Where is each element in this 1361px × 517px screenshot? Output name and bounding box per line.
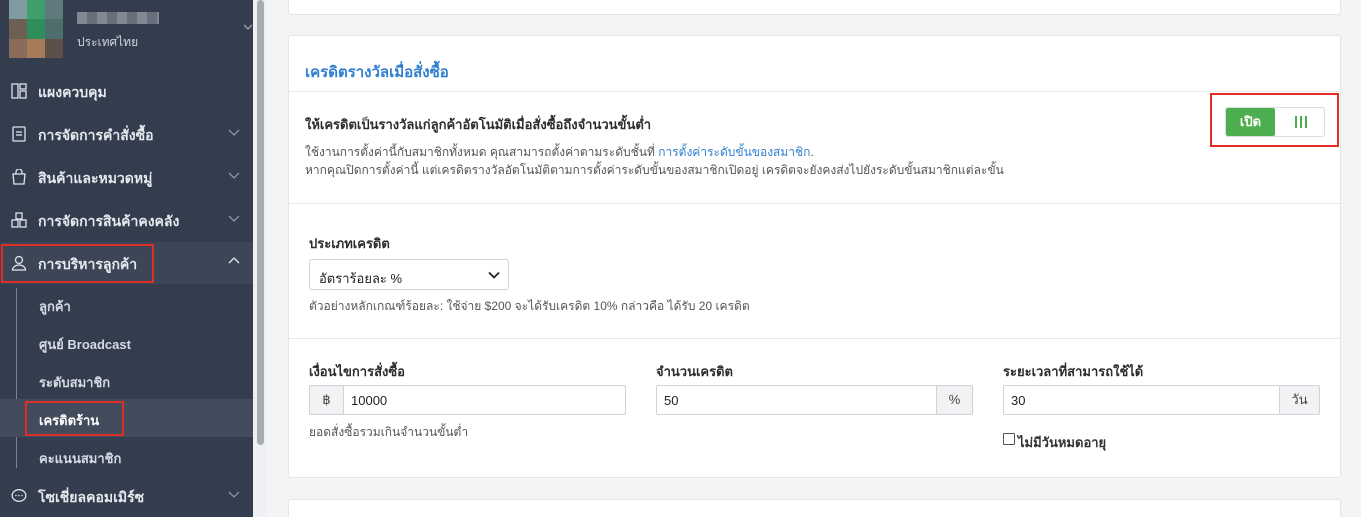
submenu-item-customers[interactable]: ลูกค้า: [0, 285, 253, 323]
credit-amount-value: 50: [664, 393, 679, 408]
credit-amount-input[interactable]: 50 %: [656, 385, 973, 415]
highlight-box-store-credit: [25, 401, 124, 436]
auto-credit-title: ให้เครดิตเป็นรางวัลแก่ลูกค้าอัตโนมัติเมื…: [305, 117, 652, 132]
validity-label: ระยะเวลาที่สามารถใช้ได้: [1003, 364, 1144, 379]
previous-card: [288, 0, 1341, 15]
sidebar-item-label: สินค้าและหมวดหมู่: [38, 170, 153, 186]
store-avatar: [9, 0, 63, 58]
submenu-item-member-tiers[interactable]: ระดับสมาชิก: [0, 361, 253, 399]
order-condition-hint: ยอดสั่งซื้อรวมเกินจำนวนขั้นต่ำ: [309, 425, 469, 439]
chevron-down-icon: [228, 491, 240, 498]
credit-type-select[interactable]: อัตราร้อยละ %: [309, 259, 509, 290]
card-header-divider: [289, 91, 1340, 92]
chevron-down-icon: [228, 172, 240, 179]
order-condition-value: 10000: [351, 393, 388, 408]
sidebar-item-label: โซเชี่ยลคอมเมิร์ซ: [38, 489, 145, 505]
highlight-box-customers: [1, 244, 154, 283]
submenu-item-label: ลูกค้า: [39, 299, 71, 314]
chat-bubble-icon: [11, 489, 27, 502]
chevron-up-icon: [228, 257, 240, 264]
sidebar-item-label: การจัดการสินค้าคงคลัง: [38, 213, 180, 229]
credit-type-selected-value: อัตราร้อยละ %: [319, 271, 403, 286]
highlight-box-toggle: [1210, 93, 1339, 147]
validity-input[interactable]: 30 วัน: [1003, 385, 1320, 415]
dashboard-icon: [11, 83, 27, 99]
store-switcher[interactable]: ประเทศไทย: [0, 0, 253, 66]
card-title: เครดิตรางวัลเมื่อสั่งซื้อ: [305, 64, 449, 81]
member-tier-settings-link[interactable]: การตั้งค่าระดับขั้นของสมาชิก: [658, 145, 810, 159]
auto-credit-description-end: .: [810, 145, 814, 159]
submenu-item-member-points[interactable]: คะแนนสมาชิก: [0, 437, 253, 475]
chevron-down-icon: [228, 215, 240, 222]
submenu-item-broadcast[interactable]: ศูนย์ Broadcast: [0, 323, 253, 361]
section-divider: [289, 338, 1340, 339]
order-condition-label: เงื่อนไขการสั่งซื้อ: [309, 364, 405, 379]
shopping-bag-icon: [12, 169, 26, 185]
boxes-icon: [11, 212, 27, 228]
baht-prefix: ฿: [310, 386, 344, 414]
submenu-item-label: ศูนย์ Broadcast: [39, 337, 131, 352]
clipboard-icon: [12, 126, 26, 142]
sidebar-item-dashboard[interactable]: แผงควบคุม: [0, 70, 253, 112]
chevron-down-icon: [488, 271, 500, 279]
credit-amount-label: จำนวนเครดิต: [656, 364, 733, 379]
sidebar-item-inventory[interactable]: การจัดการสินค้าคงคลัง: [0, 199, 253, 241]
submenu-item-label: คะแนนสมาชิก: [39, 451, 122, 466]
auto-credit-description: ใช้งานการตั้งค่านี้กับสมาชิกทั้งหมด คุณส…: [305, 143, 814, 162]
chevron-down-icon: [228, 129, 240, 136]
days-suffix: วัน: [1279, 386, 1319, 414]
no-expiry-checkbox[interactable]: [1003, 433, 1015, 445]
auto-credit-description-text: ใช้งานการตั้งค่านี้กับสมาชิกทั้งหมด คุณส…: [305, 145, 659, 159]
store-country: ประเทศไทย: [77, 35, 139, 49]
credit-type-hint: ตัวอย่างหลักเกณฑ์ร้อยละ: ใช้จ่าย $200 จะ…: [309, 299, 750, 313]
sidebar-item-products[interactable]: สินค้าและหมวดหมู่: [0, 156, 253, 198]
sidebar-item-social-commerce[interactable]: โซเชี่ยลคอมเมิร์ซ: [0, 475, 253, 517]
next-card: [288, 499, 1341, 517]
auto-credit-note: หากคุณปิดการตั้งค่านี้ แต่เครดิตรางวัลอั…: [305, 163, 1004, 177]
no-expiry-label: ไม่มีวันหมดอายุ: [1018, 435, 1107, 450]
sidebar-scrollbar-thumb[interactable]: [257, 0, 264, 445]
section-divider: [289, 203, 1340, 204]
sidebar-item-label: แผงควบคุม: [38, 84, 107, 100]
sidebar-item-label: การจัดการคำสั่งซื้อ: [38, 127, 154, 143]
credit-type-label: ประเภทเครดิต: [309, 236, 390, 251]
submenu-item-label: ระดับสมาชิก: [39, 375, 111, 390]
percent-suffix: %: [936, 386, 972, 414]
sidebar-item-orders[interactable]: การจัดการคำสั่งซื้อ: [0, 113, 253, 155]
order-condition-input[interactable]: ฿ 10000: [309, 385, 626, 415]
validity-value: 30: [1011, 393, 1026, 408]
chevron-down-icon: [243, 24, 253, 30]
store-name-redacted: [77, 12, 159, 24]
